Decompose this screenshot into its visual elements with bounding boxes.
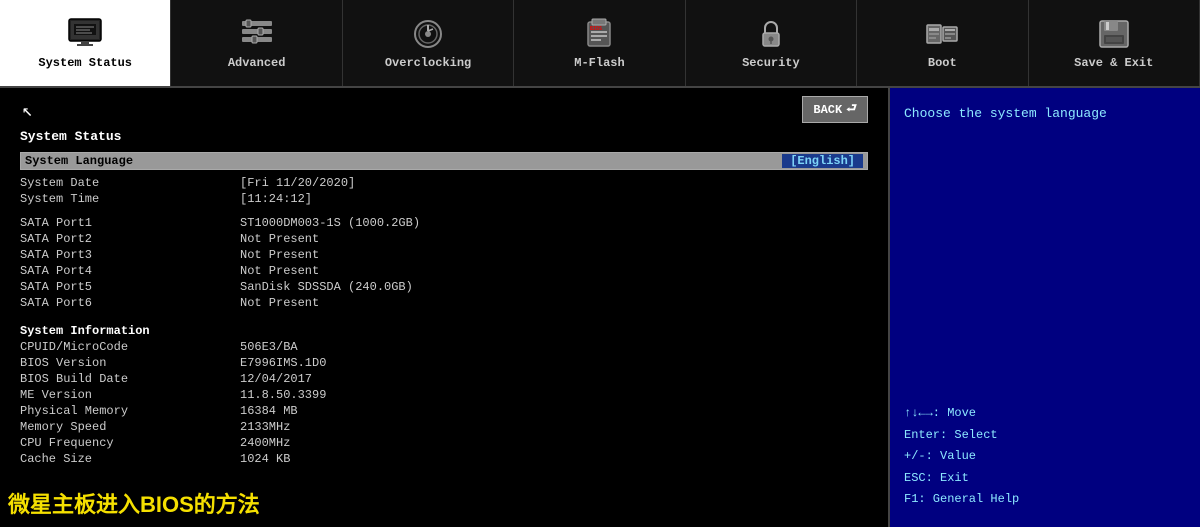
sata-port5-row: SATA Port5 SanDisk SDSSDA (240.0GB) bbox=[20, 280, 868, 294]
me-version-row: ME Version 11.8.50.3399 bbox=[20, 388, 868, 402]
system-status-icon bbox=[65, 16, 105, 52]
top-nav: System Status Advanced Ov bbox=[0, 0, 1200, 88]
me-version-label: ME Version bbox=[20, 388, 240, 402]
memory-speed-label: Memory Speed bbox=[20, 420, 240, 434]
memory-speed-value: 2133MHz bbox=[240, 420, 290, 434]
section-title: System Status bbox=[20, 129, 868, 144]
bios-build-date-value: 12/04/2017 bbox=[240, 372, 312, 386]
right-panel: Choose the system language ↑↓←→: Move En… bbox=[890, 88, 1200, 527]
bios-build-date-row: BIOS Build Date 12/04/2017 bbox=[20, 372, 868, 386]
bios-version-value: E7996IMS.1D0 bbox=[240, 356, 326, 370]
security-icon bbox=[751, 16, 791, 52]
system-time-value: [11:24:12] bbox=[240, 192, 312, 206]
sata-port2-row: SATA Port2 Not Present bbox=[20, 232, 868, 246]
system-language-value: [English] bbox=[782, 154, 863, 168]
nav-mflash[interactable]: BIOS M-Flash bbox=[514, 0, 685, 86]
cpu-frequency-value: 2400MHz bbox=[240, 436, 290, 450]
save-exit-icon bbox=[1094, 16, 1134, 52]
nav-label-overclocking: Overclocking bbox=[385, 56, 471, 70]
physical-memory-label: Physical Memory bbox=[20, 404, 240, 418]
system-time-label: System Time bbox=[20, 192, 240, 206]
key-hint-help: F1: General Help bbox=[904, 489, 1186, 511]
sata-port1-value: ST1000DM003-1S (1000.2GB) bbox=[240, 216, 420, 230]
sata-port5-label: SATA Port5 bbox=[20, 280, 240, 294]
sata-port3-value: Not Present bbox=[240, 248, 319, 262]
advanced-icon bbox=[237, 16, 277, 52]
nav-boot[interactable]: Boot bbox=[857, 0, 1028, 86]
sata-port3-row: SATA Port3 Not Present bbox=[20, 248, 868, 262]
cpuid-value: 506E3/BA bbox=[240, 340, 298, 354]
nav-label-save-exit: Save & Exit bbox=[1074, 56, 1153, 70]
nav-label-system-status: System Status bbox=[38, 56, 132, 70]
cpu-frequency-label: CPU Frequency bbox=[20, 436, 240, 450]
nav-system-status[interactable]: System Status bbox=[0, 0, 171, 86]
cpu-frequency-row: CPU Frequency 2400MHz bbox=[20, 436, 868, 450]
sata-port4-row: SATA Port4 Not Present bbox=[20, 264, 868, 278]
nav-label-boot: Boot bbox=[928, 56, 957, 70]
physical-memory-value: 16384 MB bbox=[240, 404, 298, 418]
sata-port5-value: SanDisk SDSSDA (240.0GB) bbox=[240, 280, 413, 294]
bios-build-date-label: BIOS Build Date bbox=[20, 372, 240, 386]
nav-label-mflash: M-Flash bbox=[574, 56, 624, 70]
memory-speed-row: Memory Speed 2133MHz bbox=[20, 420, 868, 434]
nav-label-security: Security bbox=[742, 56, 800, 70]
cursor-arrow: ↖ bbox=[22, 100, 33, 122]
back-arrow-icon: ⮐ bbox=[846, 99, 857, 120]
bios-version-label: BIOS Version bbox=[20, 356, 240, 370]
back-button[interactable]: BACK ⮐ bbox=[802, 96, 868, 123]
bios-version-row: BIOS Version E7996IMS.1D0 bbox=[20, 356, 868, 370]
left-panel: ↖ BACK ⮐ System Status System Language [… bbox=[0, 88, 890, 527]
nav-advanced[interactable]: Advanced bbox=[171, 0, 342, 86]
cache-size-row: Cache Size 1024 KB bbox=[20, 452, 868, 466]
mflash-icon: BIOS bbox=[579, 16, 619, 52]
sata-port6-row: SATA Port6 Not Present bbox=[20, 296, 868, 310]
key-hints: ↑↓←→: Move Enter: Select +/-: Value ESC:… bbox=[904, 403, 1186, 511]
watermark-text: 微星主板进入BIOS的方法 bbox=[8, 487, 260, 519]
overclocking-icon bbox=[408, 16, 448, 52]
system-language-label: System Language bbox=[25, 154, 133, 168]
key-hint-select: Enter: Select bbox=[904, 425, 1186, 447]
system-time-row: System Time [11:24:12] bbox=[20, 192, 868, 206]
system-language-row[interactable]: System Language [English] bbox=[20, 152, 868, 170]
sata-port1-label: SATA Port1 bbox=[20, 216, 240, 230]
system-date-label: System Date bbox=[20, 176, 240, 190]
nav-label-advanced: Advanced bbox=[228, 56, 286, 70]
me-version-value: 11.8.50.3399 bbox=[240, 388, 326, 402]
system-date-value: [Fri 11/20/2020] bbox=[240, 176, 355, 190]
system-date-row: System Date [Fri 11/20/2020] bbox=[20, 176, 868, 190]
sata-port2-value: Not Present bbox=[240, 232, 319, 246]
sata-port2-label: SATA Port2 bbox=[20, 232, 240, 246]
main-area: ↖ BACK ⮐ System Status System Language [… bbox=[0, 88, 1200, 527]
sata-port3-label: SATA Port3 bbox=[20, 248, 240, 262]
sata-port4-label: SATA Port4 bbox=[20, 264, 240, 278]
cpuid-label: CPUID/MicroCode bbox=[20, 340, 240, 354]
nav-overclocking[interactable]: Overclocking bbox=[343, 0, 514, 86]
boot-icon bbox=[922, 16, 962, 52]
system-info-title: System Information bbox=[20, 324, 868, 338]
nav-save-exit[interactable]: Save & Exit bbox=[1029, 0, 1200, 86]
sata-port6-value: Not Present bbox=[240, 296, 319, 310]
sata-port4-value: Not Present bbox=[240, 264, 319, 278]
back-label: BACK bbox=[813, 103, 842, 117]
key-hint-esc: ESC: Exit bbox=[904, 468, 1186, 490]
help-text: Choose the system language bbox=[904, 104, 1186, 124]
physical-memory-row: Physical Memory 16384 MB bbox=[20, 404, 868, 418]
sata-port1-row: SATA Port1 ST1000DM003-1S (1000.2GB) bbox=[20, 216, 868, 230]
svg-text:BIOS: BIOS bbox=[590, 26, 602, 32]
cache-size-value: 1024 KB bbox=[240, 452, 290, 466]
cpuid-row: CPUID/MicroCode 506E3/BA bbox=[20, 340, 868, 354]
nav-security[interactable]: Security bbox=[686, 0, 857, 86]
cache-size-label: Cache Size bbox=[20, 452, 240, 466]
key-hint-value: +/-: Value bbox=[904, 446, 1186, 468]
key-hint-move: ↑↓←→: Move bbox=[904, 403, 1186, 425]
sata-port6-label: SATA Port6 bbox=[20, 296, 240, 310]
